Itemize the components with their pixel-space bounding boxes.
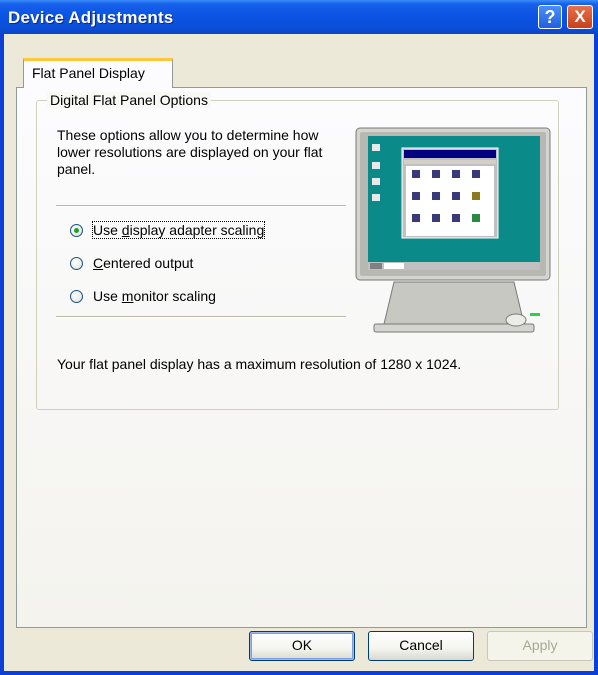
window-title: Device Adjustments bbox=[8, 8, 174, 27]
radio-centered-output[interactable]: Centered output bbox=[70, 253, 193, 273]
close-button[interactable]: X bbox=[567, 5, 593, 29]
help-icon: ? bbox=[544, 7, 556, 27]
max-resolution-text: Your flat panel display has a maximum re… bbox=[57, 356, 462, 372]
apply-button[interactable]: Apply bbox=[487, 631, 593, 661]
dialog-client-area: Flat Panel Display Digital Flat Panel Op… bbox=[4, 34, 594, 671]
group-title: Digital Flat Panel Options bbox=[47, 92, 211, 108]
radio-label: Use display adapter scaling bbox=[91, 221, 266, 239]
help-button[interactable]: ? bbox=[538, 5, 562, 29]
radio-button[interactable] bbox=[70, 256, 83, 270]
tab-flat-panel-display[interactable]: Flat Panel Display bbox=[23, 58, 173, 88]
radio-monitor-scaling[interactable]: Use monitor scaling bbox=[70, 286, 216, 306]
separator bbox=[56, 205, 346, 207]
dialog-window: Device Adjustments ? X Flat Panel Displa… bbox=[0, 0, 598, 675]
separator bbox=[56, 316, 346, 318]
radio-button[interactable] bbox=[70, 289, 83, 303]
tab-label: Flat Panel Display bbox=[32, 65, 145, 81]
radio-button[interactable] bbox=[70, 223, 83, 237]
radio-label: Use monitor scaling bbox=[93, 288, 216, 304]
cancel-button[interactable]: Cancel bbox=[368, 631, 474, 661]
ok-button[interactable]: OK bbox=[249, 631, 355, 661]
options-description: These options allow you to determine how… bbox=[57, 127, 323, 177]
radio-display-adapter-scaling[interactable]: Use display adapter scaling bbox=[70, 220, 266, 240]
close-icon: X bbox=[574, 7, 586, 26]
monitor-illustration bbox=[355, 127, 551, 333]
radio-label: Centered output bbox=[93, 255, 194, 271]
title-bar[interactable]: Device Adjustments ? X bbox=[0, 0, 598, 34]
